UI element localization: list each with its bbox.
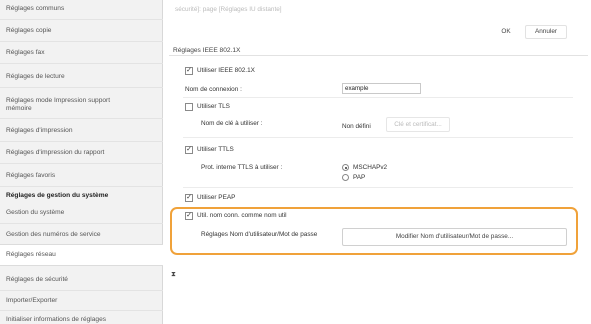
cancel-button[interactable]: Annuler xyxy=(525,25,567,39)
main-content: sécurité]: page [Réglages IU distante] O… xyxy=(164,0,591,324)
sidebar-item-label: Réglages d'impression du rapport xyxy=(6,149,105,156)
sidebar-divider xyxy=(0,141,163,142)
sidebar-item-label: Réglages d'impression xyxy=(6,127,73,134)
sidebar-item-network-settings[interactable]: Réglages réseau xyxy=(0,244,163,266)
section-divider xyxy=(169,55,588,56)
sidebar-item-label: Réglages réseau xyxy=(6,251,56,258)
login-name-label: Nom de connexion : xyxy=(185,86,242,93)
breadcrumb: sécurité]: page [Réglages IU distante] xyxy=(175,6,282,13)
sidebar-item-label: Réglages communs xyxy=(6,5,65,12)
sidebar-item-system-management[interactable]: Gestion du système xyxy=(0,209,163,217)
sidebar-item-copy-settings[interactable]: Réglages copie xyxy=(0,27,163,35)
sidebar-divider xyxy=(0,290,163,291)
sidebar-item-label: Réglages fax xyxy=(6,49,45,56)
login-name-input[interactable]: example xyxy=(342,83,421,94)
ttls-mschapv2-label: MSCHAPv2 xyxy=(353,164,388,171)
sidebar-item-label: Gestion des numéros de service xyxy=(6,231,101,238)
sidebar-section-system-management[interactable]: Réglages de gestion du système xyxy=(0,192,163,200)
row-divider xyxy=(183,97,573,98)
sidebar-item-department-id[interactable]: Gestion des numéros de service xyxy=(0,231,163,239)
use-peap-checkbox[interactable]: ✓ xyxy=(185,194,193,202)
sidebar-divider xyxy=(0,19,163,20)
sidebar: Réglages communs Réglages copie Réglages… xyxy=(0,0,163,324)
sidebar-divider xyxy=(0,223,163,224)
sidebar-divider xyxy=(0,87,163,88)
sidebar-item-label: Initialiser informations de réglages xyxy=(6,316,107,323)
sidebar-item-label-line2: mémoire xyxy=(6,105,32,112)
key-certificate-button[interactable]: Clé et certificat... xyxy=(386,117,450,132)
use-tls-checkbox[interactable] xyxy=(185,103,193,111)
sidebar-item-label: Réglages de sécurité xyxy=(6,276,68,283)
sidebar-item-favorite-settings[interactable]: Réglages favoris xyxy=(0,172,163,180)
use-ieee-label: Utiliser IEEE 802.1X xyxy=(197,67,255,74)
use-tls-label: Utiliser TLS xyxy=(197,103,230,110)
ok-button[interactable]: OK xyxy=(494,25,518,39)
sidebar-item-security-settings[interactable]: Réglages de sécurité xyxy=(0,276,163,284)
sidebar-item-scan-settings[interactable]: Réglages de lecture xyxy=(0,73,163,81)
sidebar-item-label: Importer/Exporter xyxy=(6,297,58,304)
sidebar-divider xyxy=(0,163,163,164)
sidebar-item-report-print-settings[interactable]: Réglages d'impression du rapport xyxy=(0,149,163,157)
use-ttls-checkbox[interactable]: ✓ xyxy=(185,146,193,154)
sidebar-item-import-export[interactable]: Importer/Exporter xyxy=(0,297,163,305)
sidebar-divider xyxy=(0,63,163,64)
sidebar-divider xyxy=(0,186,163,187)
sidebar-item-label: Réglages mode Impression support xyxy=(6,97,111,104)
sidebar-item-label: Gestion du système xyxy=(6,209,65,216)
use-peap-label: Utiliser PEAP xyxy=(197,194,236,201)
ttls-mschapv2-radio[interactable] xyxy=(342,164,349,171)
section-title: Réglages IEEE 802.1X xyxy=(173,47,241,54)
highlight-frame xyxy=(170,207,578,255)
sidebar-item-label: Réglages copie xyxy=(6,27,52,34)
key-name-label: Nom de clé à utiliser : xyxy=(201,120,263,127)
sidebar-item-print-settings[interactable]: Réglages d'impression xyxy=(0,127,163,135)
row-divider xyxy=(183,187,573,188)
page-top-icon[interactable]: ⧗ xyxy=(171,271,176,279)
sidebar-item-label: Réglages de lecture xyxy=(6,73,65,80)
sidebar-item-label: Réglages favoris xyxy=(6,172,56,179)
use-ieee-checkbox[interactable]: ✓ xyxy=(185,67,193,75)
sidebar-item-initialize-settings[interactable]: Initialiser informations de réglages xyxy=(0,316,163,324)
ttls-protocol-label: Prot. interne TTLS à utiliser : xyxy=(201,164,283,171)
sidebar-divider xyxy=(0,310,163,311)
sidebar-item-fax-settings[interactable]: Réglages fax xyxy=(0,49,163,57)
sidebar-divider xyxy=(0,41,163,42)
ttls-pap-label: PAP xyxy=(353,174,366,181)
row-divider xyxy=(183,137,573,138)
sidebar-divider xyxy=(0,118,163,119)
sidebar-item-memory-media-print[interactable]: Réglages mode Impression support mémoire xyxy=(0,97,163,113)
key-name-value: Non défini xyxy=(342,123,371,130)
sidebar-section-label: Réglages de gestion du système xyxy=(6,192,109,199)
sidebar-item-common-settings[interactable]: Réglages communs xyxy=(0,5,163,13)
ttls-pap-radio[interactable] xyxy=(342,174,349,181)
use-ttls-label: Utiliser TTLS xyxy=(197,146,234,153)
